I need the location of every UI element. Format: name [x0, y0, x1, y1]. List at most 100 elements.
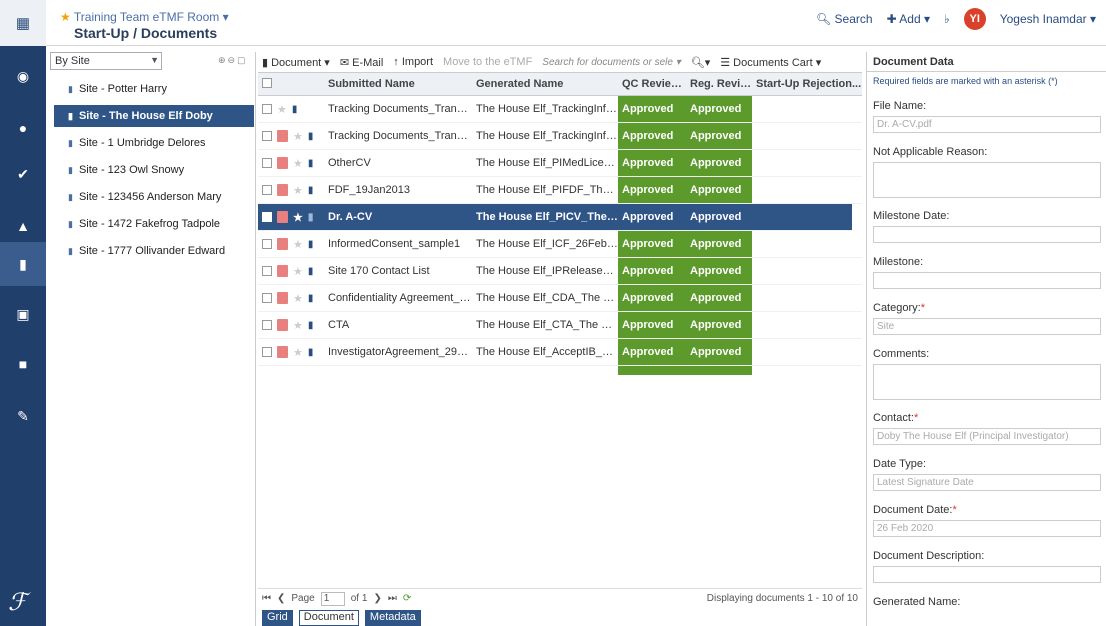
col-generated-name[interactable]: Generated Name [472, 78, 618, 90]
select-all-checkbox[interactable] [258, 77, 324, 91]
tree-item[interactable]: ▮ Site - 123456 Anderson Mary [54, 186, 254, 208]
import-button[interactable]: ↑ Import [393, 56, 433, 68]
folder-icon: ▮ [291, 103, 298, 115]
room-selector[interactable]: ★ Training Team eTMF Room ▾ [60, 10, 229, 24]
row-checkbox[interactable] [262, 185, 272, 195]
tree-item[interactable]: ▮ Site - 1 Umbridge Delores [54, 132, 254, 154]
prev-page-button[interactable]: ❮ [277, 593, 285, 604]
date-type-field[interactable]: Latest Signature Date [873, 474, 1101, 491]
move-to-etmf-button[interactable]: Move to the eTMF [443, 56, 532, 68]
tree-item[interactable]: ▮ Site - Potter Harry [54, 78, 254, 100]
view-tabs: Grid Document Metadata [258, 610, 421, 626]
comments-field[interactable] [873, 364, 1101, 400]
file-name-field[interactable]: Dr. A-CV.pdf [873, 116, 1101, 133]
apps-grid-icon[interactable]: ▦ [0, 0, 46, 46]
category-field[interactable]: Site [873, 318, 1101, 335]
reg-status: Approved [690, 265, 742, 277]
row-checkbox[interactable] [262, 212, 272, 222]
star-icon[interactable]: ★ [293, 319, 303, 332]
document-date-field[interactable]: 26 Feb 2020 [873, 520, 1101, 537]
tree-item[interactable]: ▮ Site - 1472 Fakefrog Tadpole [54, 213, 254, 235]
star-icon[interactable]: ★ [293, 346, 303, 359]
table-row[interactable]: ★ ▮ Tracking Documents_Transmitta... The Ho… [258, 96, 862, 123]
table-row[interactable]: ★ ▮ CTA The House Elf_CTA_The House... Appro… [258, 312, 862, 339]
row-checkbox[interactable] [262, 131, 272, 141]
row-checkbox[interactable] [262, 293, 272, 303]
row-checkbox[interactable] [262, 104, 272, 114]
check-icon[interactable]: ✔ [0, 152, 46, 196]
next-page-button[interactable]: ❯ [373, 593, 381, 604]
first-page-button[interactable]: ⏮ [262, 593, 271, 604]
location-icon[interactable]: ● [0, 106, 46, 150]
table-row[interactable]: ★ ▮ Tracking Documents_Transmitta... The Ho… [258, 123, 862, 150]
search-icon: 🔍︎ [815, 12, 832, 26]
inbox-icon[interactable]: ▣ [0, 292, 46, 336]
star-icon[interactable]: ★ [293, 184, 303, 197]
table-row[interactable]: ★ ▮ InvestigatorAgreement_29Sep2... The Hou… [258, 339, 862, 366]
contact-field[interactable]: Doby The House Elf (Principal Investigat… [873, 428, 1101, 445]
folder-icon: ▮ [307, 265, 314, 277]
generated-name: The House Elf_TrackingInfo_28... [476, 103, 618, 115]
search-button[interactable]: 🔍︎ Search [816, 12, 873, 26]
tree-item[interactable]: ▮ Site - 1777 Ollivander Edward [54, 240, 254, 262]
reg-status: Approved [690, 292, 742, 304]
star-icon[interactable]: ★ [293, 238, 303, 251]
panel-title: Document Data [867, 52, 1106, 72]
description-field[interactable] [873, 566, 1101, 583]
user-icon[interactable]: ■ [0, 342, 46, 386]
milestone-field[interactable] [873, 272, 1101, 289]
na-reason-field[interactable] [873, 162, 1101, 198]
document-menu[interactable]: ▮ Document ▾ [262, 56, 330, 69]
star-icon[interactable]: ★ [293, 265, 303, 278]
table-row-selected[interactable]: ★ ▮ Dr. A-CV The House Elf_PICV_The Hous...… [258, 204, 852, 231]
tab-metadata[interactable]: Metadata [364, 610, 421, 626]
row-checkbox[interactable] [262, 347, 272, 357]
reg-status: Approved [690, 103, 742, 115]
table-row[interactable]: ★ ▮ Site 170 Contact List The House Elf_IPR… [258, 258, 862, 285]
pdf-icon [277, 319, 288, 331]
table-row[interactable]: ★ ▮ Confidentiality Agreement_pdf-r The Hou… [258, 285, 862, 312]
email-button[interactable]: ✉ E-Mail [340, 56, 383, 69]
col-startup-rejection[interactable]: Start-Up Rejection... [752, 78, 862, 90]
add-button[interactable]: ✚ Add ▾ [887, 12, 930, 26]
page-of-label: of 1 [350, 593, 368, 604]
table-row[interactable]: ★ ▮ OtherCV The House Elf_PIMedLicense_... A… [258, 150, 862, 177]
page-input[interactable]: 1 [320, 591, 345, 606]
documents-cart-button[interactable]: ☰ Documents Cart ▾ [720, 56, 821, 69]
avatar[interactable]: YI [963, 8, 986, 30]
tree-item[interactable]: ▮ Site - 123 Owl Snowy [54, 159, 254, 181]
tree-tool-icons[interactable]: ⊕⊖▢ [218, 55, 248, 66]
dashboard-icon[interactable]: ◉ [0, 54, 46, 98]
milestone-date-field[interactable] [873, 226, 1101, 243]
tree-item[interactable]: ▮ Site - The House Elf Doby [54, 105, 254, 127]
col-qc-review[interactable]: QC Review ... [618, 78, 686, 90]
refresh-icon[interactable]: ⟳ [403, 593, 411, 604]
star-icon[interactable]: ★ [293, 211, 303, 224]
star-icon[interactable]: ★ [293, 157, 303, 170]
tree-item-label: Site - Potter Harry [78, 83, 167, 95]
tree-filter-select[interactable]: By Site ▼ [50, 52, 162, 70]
user-menu[interactable]: Yogesh Inamdar ▾ [1000, 12, 1096, 26]
star-icon: ★ [60, 10, 71, 24]
tab-grid[interactable]: Grid [262, 610, 293, 626]
row-checkbox[interactable] [262, 239, 272, 249]
search-go-button[interactable]: 🔍︎▾ [691, 56, 711, 69]
star-icon[interactable]: ★ [277, 103, 287, 116]
last-page-button[interactable]: ⏭ [388, 593, 397, 604]
row-checkbox[interactable] [262, 320, 272, 330]
table-row[interactable]: ★ ▮ InformedConsent_sample1 The House Elf_I… [258, 231, 862, 258]
table-row[interactable]: ★ ▮ FDF_19Jan2013 The House Elf_PIFDF_The H… [258, 177, 862, 204]
document-icon[interactable]: ▮ [0, 242, 46, 286]
bell-icon[interactable]: ♭ [944, 12, 950, 26]
submitted-name: Site 170 Contact List [328, 265, 430, 277]
tab-document[interactable]: Document [298, 610, 359, 626]
document-search-input[interactable]: Search for documents or sele ▾ [542, 57, 680, 68]
col-submitted-name[interactable]: Submitted Name [324, 78, 472, 90]
col-reg-review[interactable]: Reg. Revie... [686, 78, 752, 90]
row-checkbox[interactable] [262, 266, 272, 276]
row-checkbox[interactable] [262, 158, 272, 168]
star-icon[interactable]: ★ [293, 292, 303, 305]
star-icon[interactable]: ★ [293, 130, 303, 143]
pencil-icon[interactable]: ✎ [0, 394, 46, 438]
qc-status: Approved [622, 346, 674, 358]
